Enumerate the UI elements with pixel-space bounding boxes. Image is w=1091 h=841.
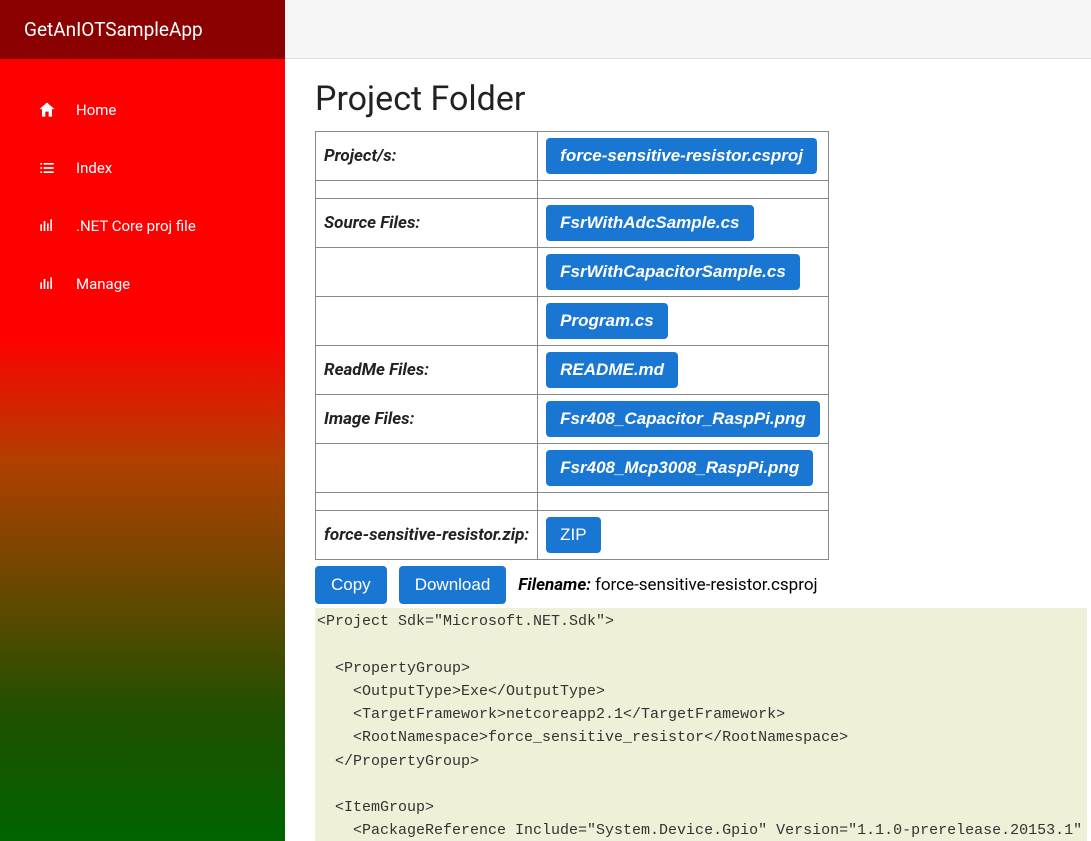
projects-cell: force-sensitive-resistor.csproj xyxy=(538,132,829,181)
nav-manage-label: Manage xyxy=(76,275,130,293)
row-source-2: FsrWithCapacitorSample.cs xyxy=(316,248,829,297)
bars-icon-2 xyxy=(36,273,58,295)
readme-label: ReadMe Files: xyxy=(316,346,538,395)
nav-manage[interactable]: Manage xyxy=(0,255,285,313)
spacer-row xyxy=(316,181,829,199)
sidebar: GetAnIOTSampleApp Home Index .NET Core p… xyxy=(0,0,285,841)
row-image-1: Image Files: Fsr408_Capacitor_RaspPi.png xyxy=(316,395,829,444)
image-label: Image Files: xyxy=(316,395,538,444)
source-label: Source Files: xyxy=(316,199,538,248)
project-file-button[interactable]: force-sensitive-resistor.csproj xyxy=(546,138,817,174)
bars-icon xyxy=(36,215,58,237)
nav-home[interactable]: Home xyxy=(0,81,285,139)
download-button[interactable]: Download xyxy=(399,566,507,604)
copy-button[interactable]: Copy xyxy=(315,566,387,604)
image-file-button-1[interactable]: Fsr408_Capacitor_RaspPi.png xyxy=(546,401,820,437)
spacer-row-2 xyxy=(316,493,829,511)
row-image-2: Fsr408_Mcp3008_RaspPi.png xyxy=(316,444,829,493)
image-file-button-2[interactable]: Fsr408_Mcp3008_RaspPi.png xyxy=(546,450,813,486)
projects-label: Project/s: xyxy=(316,132,538,181)
source-file-button-2[interactable]: FsrWithCapacitorSample.cs xyxy=(546,254,800,290)
code-viewer[interactable]: <Project Sdk="Microsoft.NET.Sdk"> <Prope… xyxy=(315,608,1087,841)
row-readme: ReadMe Files: README.md xyxy=(316,346,829,395)
readme-file-button[interactable]: README.md xyxy=(546,352,678,388)
main-content: Project Folder Project/s: force-sensitiv… xyxy=(285,59,1091,841)
zip-label: force-sensitive-resistor.zip: xyxy=(316,511,538,560)
brand-title: GetAnIOTSampleApp xyxy=(0,0,285,59)
filename-label: Filename: xyxy=(518,575,591,595)
topbar xyxy=(285,0,1091,59)
project-table: Project/s: force-sensitive-resistor.cspr… xyxy=(315,131,829,560)
row-projects: Project/s: force-sensitive-resistor.cspr… xyxy=(316,132,829,181)
nav-home-label: Home xyxy=(76,101,116,119)
row-zip: force-sensitive-resistor.zip: ZIP xyxy=(316,511,829,560)
nav-proj-file[interactable]: .NET Core proj file xyxy=(0,197,285,255)
page-title: Project Folder xyxy=(315,79,1061,119)
source-file-button-3[interactable]: Program.cs xyxy=(546,303,668,339)
nav: Home Index .NET Core proj file Manage xyxy=(0,59,285,313)
nav-index-label: Index xyxy=(76,159,112,177)
row-source-3: Program.cs xyxy=(316,297,829,346)
nav-index[interactable]: Index xyxy=(0,139,285,197)
nav-proj-file-label: .NET Core proj file xyxy=(76,217,196,235)
zip-button[interactable]: ZIP xyxy=(546,517,600,553)
row-source-1: Source Files: FsrWithAdcSample.cs xyxy=(316,199,829,248)
home-icon xyxy=(36,99,58,121)
source-file-button-1[interactable]: FsrWithAdcSample.cs xyxy=(546,205,753,241)
action-row: Copy Download Filename: force-sensitive-… xyxy=(315,566,1061,604)
list-icon xyxy=(36,157,58,179)
filename-value: force-sensitive-resistor.csproj xyxy=(595,575,818,595)
